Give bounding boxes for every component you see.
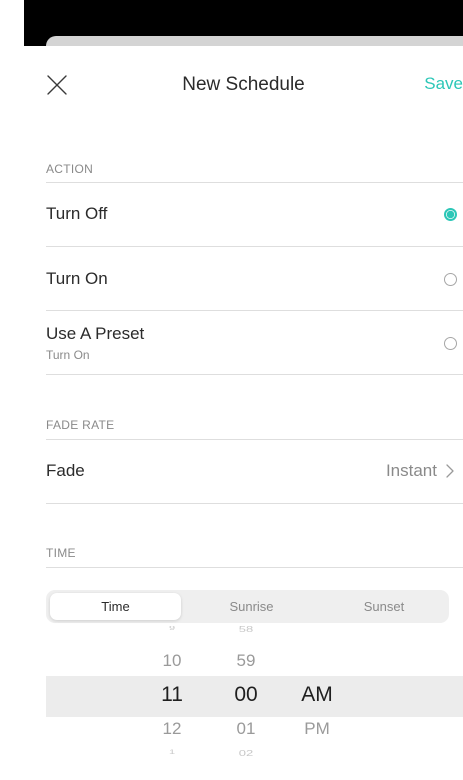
action-option-turn-off[interactable]: Turn Off: [46, 183, 463, 246]
picker-item: 9: [168, 626, 176, 632]
new-schedule-sheet: New Schedule Save ACTION Turn Off Turn O…: [24, 46, 463, 780]
picker-item-selected: 11: [161, 683, 183, 706]
picker-item: 10: [162, 651, 182, 670]
action-option-label: Use A Preset: [46, 324, 145, 343]
divider: [46, 567, 463, 568]
action-option-turn-on[interactable]: Turn On: [46, 247, 463, 310]
time-mode-segmented-control: Time Sunrise Sunset: [46, 590, 449, 623]
picker-item: 12: [162, 719, 182, 738]
save-button[interactable]: Save: [424, 74, 463, 94]
radio-selected-icon: [444, 208, 457, 221]
page-title: New Schedule: [182, 74, 305, 95]
segment-time[interactable]: Time: [50, 593, 181, 620]
radio-unselected-icon: [444, 273, 457, 286]
fade-value: Instant: [385, 461, 437, 480]
segment-sunset[interactable]: Sunset: [322, 593, 446, 620]
action-option-use-a-preset[interactable]: Use A Preset Turn On: [46, 311, 463, 374]
picker-item: 01: [236, 719, 256, 738]
fade-rate-row[interactable]: Fade Instant: [46, 440, 463, 503]
chevron-right-icon: [446, 464, 454, 478]
section-header-time: TIME: [46, 546, 76, 560]
section-header-action: ACTION: [46, 162, 94, 176]
picker-item: 02: [238, 749, 254, 758]
minute-wheel[interactable]: 58 59 00 01 02: [221, 626, 271, 780]
picker-item-selected: AM: [301, 683, 333, 706]
fade-label: Fade: [46, 461, 85, 480]
sheet-header: New Schedule Save: [24, 46, 463, 126]
picker-item: 1: [168, 748, 176, 756]
backdrop-left-strip: [0, 0, 24, 780]
action-option-label: Turn Off: [46, 204, 108, 223]
picker-item: 59: [236, 651, 256, 670]
action-option-label: Turn On: [46, 269, 108, 288]
picker-item-selected: 00: [234, 683, 258, 706]
divider: [46, 503, 463, 504]
time-picker: 9 10 11 12 1 58 59 00 01 02 AM PM: [24, 626, 463, 780]
divider: [46, 374, 463, 375]
picker-item: PM: [304, 719, 330, 738]
radio-unselected-icon: [444, 337, 457, 350]
period-wheel[interactable]: AM PM: [292, 626, 342, 780]
action-option-sublabel: Turn On: [46, 348, 90, 362]
segment-sunrise[interactable]: Sunrise: [186, 593, 317, 620]
picker-item: 58: [238, 626, 254, 634]
screen: New Schedule Save ACTION Turn Off Turn O…: [0, 0, 463, 780]
hour-wheel[interactable]: 9 10 11 12 1: [147, 626, 197, 780]
section-header-fade-rate: FADE RATE: [46, 418, 115, 432]
